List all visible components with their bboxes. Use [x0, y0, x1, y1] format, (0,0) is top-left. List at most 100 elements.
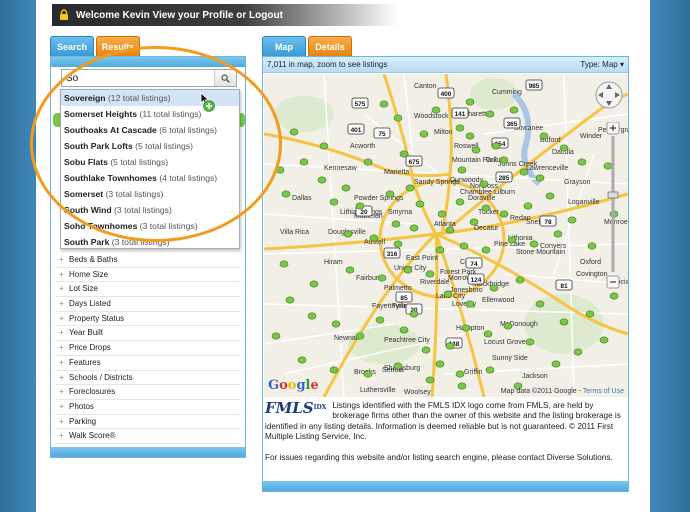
- place-label: Peachtree City: [384, 337, 430, 344]
- listing-marker: [481, 204, 491, 212]
- zoom-control: [606, 122, 620, 292]
- listing-marker: [319, 142, 329, 150]
- listing-marker: [577, 158, 587, 166]
- filter-item-label: Beds & Baths: [69, 255, 118, 264]
- autocomplete-item[interactable]: Southoaks At Cascade (6 total listings): [61, 122, 239, 138]
- autocomplete-item-count: (3 total listings): [109, 237, 170, 247]
- listing-marker: [369, 234, 379, 242]
- zoom-slider-icon[interactable]: [606, 122, 620, 292]
- listing-marker: [377, 274, 387, 282]
- place-label: Cumming: [492, 89, 522, 96]
- tab-map[interactable]: Map: [262, 36, 306, 56]
- listing-marker: [499, 210, 509, 218]
- listing-marker: [445, 342, 455, 350]
- filter-item-label: Features: [69, 357, 101, 367]
- filter-item[interactable]: + Home Size: [55, 268, 241, 283]
- place-label: Chamblee: [460, 189, 492, 196]
- listing-marker: [465, 132, 475, 140]
- autocomplete-item[interactable]: South Park (3 total listings): [61, 234, 239, 250]
- dropdown-arrow-icon: ▾: [619, 60, 624, 69]
- filter-item[interactable]: + Walk Score®: [55, 429, 241, 444]
- or-text: or: [236, 9, 247, 21]
- listing-marker: [525, 338, 535, 346]
- tab-results[interactable]: Results: [96, 36, 140, 56]
- fmls-logo-text: FMLS: [265, 399, 314, 417]
- filter-item[interactable]: + Lot Size: [55, 282, 241, 298]
- filter-item[interactable]: + Foreclosures: [55, 385, 241, 400]
- place-label: Luthersville: [360, 387, 396, 394]
- listing-marker: [499, 156, 509, 164]
- profile-link[interactable]: View your Profile: [153, 10, 234, 21]
- autocomplete-item[interactable]: South Wind (3 total listings): [61, 202, 239, 218]
- place-label: Oxford: [580, 259, 601, 266]
- expand-icon: +: [59, 269, 64, 279]
- place-label: Ellenwood: [482, 297, 514, 304]
- search-panel-header: [51, 57, 245, 67]
- listing-marker: [479, 180, 489, 188]
- listing-marker: [457, 382, 467, 390]
- filter-item[interactable]: + Beds & Baths: [55, 253, 241, 268]
- listing-marker: [461, 324, 471, 332]
- google-logo-letter: G: [268, 378, 280, 393]
- route-shield-label: 81: [560, 283, 568, 290]
- filter-item[interactable]: + Parking: [55, 415, 241, 430]
- magnifier-icon: [221, 73, 230, 83]
- listing-marker: [341, 184, 351, 192]
- place-label: Villa Rica: [280, 229, 309, 236]
- listing-marker: [297, 356, 307, 364]
- filter-item-label: Home Size: [69, 269, 109, 279]
- autocomplete-item-name: South Park Lofts: [64, 141, 133, 151]
- autocomplete-item[interactable]: Sobu Flats (5 total listings): [61, 154, 239, 170]
- map-type-select[interactable]: Type: Map ▾: [580, 60, 624, 69]
- expand-icon: +: [59, 299, 64, 309]
- expand-icon: +: [59, 255, 64, 264]
- tab-search[interactable]: Search: [50, 36, 94, 56]
- listing-marker: [309, 280, 319, 288]
- autocomplete-item[interactable]: Soho Townhomes (3 total listings): [61, 218, 239, 234]
- place-label: Kennesaw: [324, 165, 358, 172]
- filter-item[interactable]: + Photos: [55, 400, 241, 415]
- autocomplete-item[interactable]: Southlake Townhomes (4 total listings): [61, 170, 239, 186]
- map-count-text: 7,011 in map, zoom to see listings: [267, 60, 388, 69]
- filter-item[interactable]: + Price Drops: [55, 341, 241, 356]
- filter-item[interactable]: + Property Status: [55, 312, 241, 327]
- place-label: Covington: [576, 271, 608, 278]
- autocomplete-item-name: Somerset Heights: [64, 109, 138, 119]
- autocomplete-item-count: (4 total listings): [156, 173, 218, 183]
- search-input[interactable]: [62, 70, 214, 86]
- autocomplete-item-name: Southlake Townhomes: [64, 173, 157, 183]
- listing-marker: [279, 260, 289, 268]
- place-label: East Point: [406, 255, 438, 262]
- listing-marker: [355, 202, 365, 210]
- listing-marker: [465, 98, 475, 106]
- place-label: Smyrna: [388, 209, 412, 216]
- route-shield-label: 124: [471, 277, 482, 284]
- map-canvas[interactable]: Woodstock Roswell Alpharetta Cumming Buford K…: [264, 74, 628, 397]
- listing-marker: [471, 146, 481, 154]
- place-label: Mountain Park: [452, 157, 498, 164]
- autocomplete-item-count: (6 total listings): [156, 125, 217, 135]
- filter-item[interactable]: + Features: [55, 356, 241, 371]
- tab-details[interactable]: Details: [308, 36, 352, 56]
- filter-item[interactable]: + Schools / Districts: [55, 371, 241, 386]
- search-button[interactable]: [214, 70, 236, 86]
- terms-link[interactable]: Terms of Use: [583, 388, 624, 395]
- listing-marker: [457, 166, 467, 174]
- map-type-label: Type: Map: [580, 60, 618, 69]
- logout-link[interactable]: Logout: [249, 10, 283, 21]
- filter-item[interactable]: + Year Built: [55, 326, 241, 342]
- listing-marker: [435, 360, 445, 368]
- listing-marker: [437, 210, 447, 218]
- route-shield-label: 78: [544, 219, 552, 226]
- autocomplete-item[interactable]: Somerset (3 total listings): [61, 186, 239, 202]
- expand-icon: +: [59, 401, 64, 411]
- autocomplete-item-count: (5 total listings): [132, 141, 193, 151]
- listing-marker: [545, 192, 555, 200]
- autocomplete-item[interactable]: South Park Lofts (5 total listings): [61, 138, 239, 154]
- listing-marker: [285, 296, 295, 304]
- pan-control-icon[interactable]: [594, 80, 624, 110]
- listing-marker: [363, 370, 373, 378]
- filter-item[interactable]: + Days Listed: [55, 297, 241, 312]
- autocomplete-item-count: (3 total listings): [111, 205, 172, 215]
- listing-marker: [409, 310, 419, 318]
